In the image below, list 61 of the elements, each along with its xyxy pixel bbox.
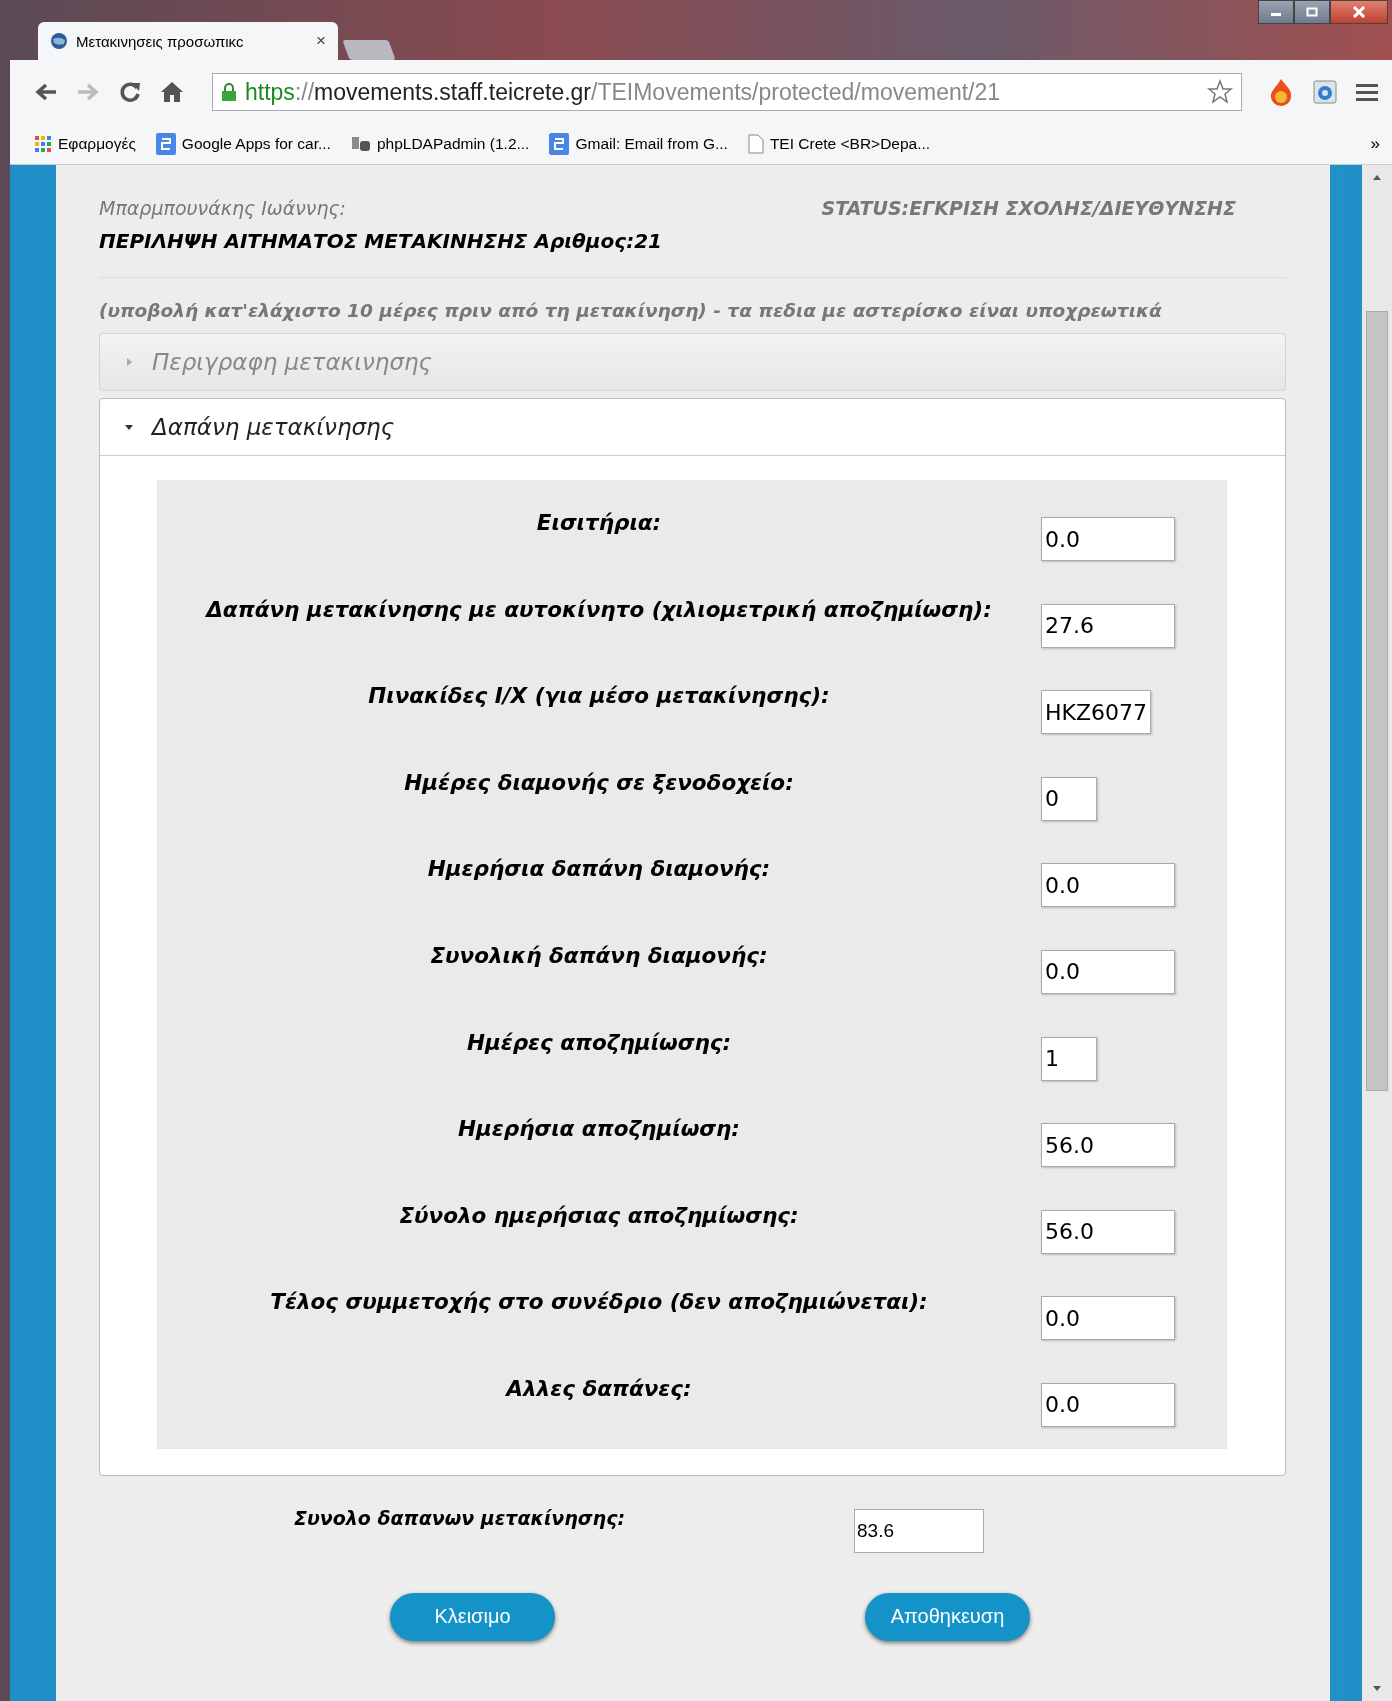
input-field[interactable]: 0.0 — [1041, 1296, 1175, 1341]
field-label: Σύνολο ημερήσιας αποζημίωσης: — [398, 1201, 800, 1228]
input-field[interactable]: 0.0 — [1041, 517, 1175, 561]
field-label: Ημέρες διαμονής σε ξενοδοχείο: — [403, 768, 795, 795]
caret-icon — [124, 357, 134, 367]
caret-icon — [124, 422, 134, 432]
field-label: Πινακίδες Ι/Χ (για μέσο μετακίνησης): — [367, 682, 831, 709]
section-header[interactable]: Δαπάνη μετακίνησης — [100, 399, 1285, 456]
input-field[interactable]: HKZ6077 — [1041, 690, 1151, 735]
status-text: STATUS:ΕΓΚΡΙΣΗ ΣΧΟΛΗΣ/ΔΙΕΥΘΥΝΣΗΣ — [821, 197, 1236, 219]
input-field[interactable]: 1 — [1041, 1036, 1097, 1081]
flame-icon[interactable] — [1268, 78, 1294, 106]
input-field[interactable]: 0 — [1041, 776, 1097, 821]
field-label: Τέλος συμμετοχής στο συνέδριο (δεν αποζημιώνεται): — [269, 1288, 929, 1315]
field-label: Αλλες δαπάνες: — [504, 1374, 693, 1401]
scroll-up-icon[interactable] — [1372, 173, 1382, 181]
scroll-down-icon[interactable] — [1372, 1685, 1382, 1693]
new-tab-button[interactable] — [342, 40, 396, 60]
summary-title: ΠΕΡΙΛΗΨΗ ΑΙΤΗΜΑΤΟΣ ΜΕΤΑΚΙΝΗΣΗΣ Αριθμος:21 — [99, 229, 663, 253]
field-label: Ημέρες αποζημίωσης: — [465, 1028, 733, 1055]
field-label: Συνολική δαπάνη διαμονής: — [429, 941, 769, 968]
field-label: Ημερήσια δαπάνη διαμονής: — [426, 855, 772, 882]
total-field[interactable]: 83.6 — [854, 1508, 984, 1553]
close-tab-button[interactable]: × — [316, 31, 326, 51]
tab-title: Μετακινησεις προσωπικc — [76, 32, 245, 50]
more-bookmarks-button[interactable]: » — [1370, 134, 1380, 154]
applicant-name: Μπαρμπουνάκης Ιωάννης: — [99, 197, 346, 219]
input-field[interactable]: 27.6 — [1041, 603, 1175, 648]
scrollbar[interactable] — [1362, 165, 1392, 1701]
input-field[interactable]: 0.0 — [1041, 1382, 1175, 1427]
note-text: (υποβολή κατ'ελάχιστο 10 μέρες πριν από τη μετακίνηση) - τα πεδια με αστερίσκο είναι υποχρεωτικά — [99, 300, 1163, 321]
input-field[interactable]: 0.0 — [1041, 949, 1175, 994]
maximize-icon — [1306, 7, 1318, 17]
bookmark[interactable]: Gmail: Email from G... — [549, 133, 728, 155]
home-icon[interactable] — [160, 80, 184, 104]
scroll-thumb[interactable] — [1366, 311, 1388, 1091]
close-window-button[interactable] — [1330, 0, 1388, 24]
globe-icon — [50, 32, 68, 50]
address-bar[interactable]: https://movements.staff.teicrete.gr/TEIMovements/protected/movement/21 — [212, 73, 1242, 111]
input-field[interactable]: 56.0 — [1041, 1123, 1175, 1168]
total-label: Συνολο δαπανων μετακίνησης: — [294, 1506, 626, 1529]
close-icon — [1352, 6, 1366, 18]
page-icon — [747, 134, 764, 154]
apps-grid-icon — [34, 135, 52, 153]
field-label: Δαπάνη μετακίνησης με αυτοκίνητο (χιλιομετρική αποζημίωση): — [204, 595, 993, 622]
menu-icon[interactable] — [1356, 82, 1378, 102]
padlock-icon — [221, 82, 237, 102]
bookmark[interactable]: TEI Crete <BR>Depa... — [747, 134, 931, 154]
input-field[interactable]: 56.0 — [1041, 1209, 1175, 1254]
back-icon[interactable] — [34, 82, 58, 102]
maximize-button[interactable] — [1294, 0, 1330, 24]
bookmark[interactable]: Εφαρμογές — [34, 135, 136, 153]
field-label: Ημερήσια αποζημίωση: — [457, 1115, 741, 1142]
bookmark[interactable]: Google Apps for car... — [155, 133, 331, 155]
bookmark[interactable]: phpLDAPadmin (1.2... — [350, 135, 530, 153]
field-label: Εισιτήρια: — [535, 509, 663, 535]
input-field[interactable]: 0.0 — [1041, 863, 1175, 908]
browser-tab[interactable]: Μετακινησεις προσωπικc × — [38, 22, 338, 60]
reload-icon[interactable] — [118, 80, 142, 104]
minimize-button[interactable] — [1258, 0, 1294, 24]
star-icon[interactable] — [1207, 79, 1233, 105]
